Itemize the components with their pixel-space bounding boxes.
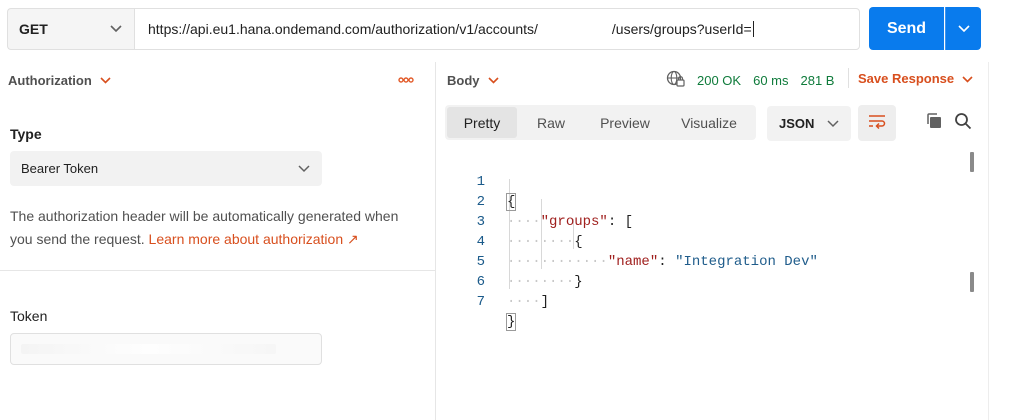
chevron-down-icon [962,71,973,86]
response-code-viewer[interactable]: 1 { 2 ····"groups": [ 3 ········{ 4 ····… [0,152,1024,331]
chevron-down-icon [110,20,122,38]
line-number: 7 [476,294,485,310]
json-key: "name" [607,254,659,270]
json-token: } [505,313,517,331]
body-title: Body [447,72,480,88]
chevron-down-icon [487,71,499,89]
chevron-down-icon [957,20,970,38]
token-redacted [21,344,276,354]
line-number: 4 [476,234,485,250]
code-line: 1 { [0,152,517,211]
tab-preview[interactable]: Preview [585,107,665,138]
json-token: } [574,274,583,290]
authorization-section-header[interactable]: Authorization [8,71,111,89]
code-line: 3 ········{ [0,192,583,250]
code-line: 6 ····] [0,252,549,310]
save-response-button[interactable]: Save Response [858,71,973,86]
more-horizontal-icon[interactable] [398,70,414,86]
send-options-button[interactable] [945,7,981,50]
scrollbar-marker[interactable] [970,152,974,172]
tab-pretty[interactable]: Pretty [447,107,517,138]
json-token: { [505,193,517,211]
chevron-down-icon [827,115,839,133]
json-token: : [658,254,676,270]
url-input[interactable]: https://api.eu1.hana.ondemand.com/author… [134,8,860,50]
json-key: "groups" [540,214,608,230]
json-token: ] [540,294,550,310]
send-button[interactable]: Send [869,7,944,50]
chevron-down-icon [100,71,111,89]
code-line: 2 ····"groups": [ [0,172,633,230]
header-separator [848,68,849,88]
authorization-title: Authorization [8,72,92,88]
line-number: 1 [476,174,485,190]
scrollbar-marker[interactable] [970,272,974,292]
code-line: 4 ············"name": "Integration Dev" [0,212,818,270]
copy-icon[interactable] [925,112,943,135]
url-text-part1: https://api.eu1.hana.ondemand.com/author… [148,21,538,37]
tab-raw[interactable]: Raw [517,107,585,138]
text-cursor [752,21,754,37]
save-response-label: Save Response [858,71,955,86]
response-status-row: 200 OK 60 ms 281 B [666,70,834,91]
format-value: JSON [779,116,815,131]
response-view-tabs: Pretty Raw Preview Visualize [445,105,756,140]
method-value: GET [19,21,48,37]
wrap-lines-icon [868,113,886,134]
json-token: { [574,234,583,250]
line-number: 5 [476,254,485,270]
status-code[interactable]: 200 OK [697,73,741,88]
response-time[interactable]: 60 ms [753,73,788,88]
search-icon[interactable] [954,112,972,135]
type-label: Type [10,126,42,142]
line-number: 2 [476,194,485,210]
json-string-value: "Integration Dev" [675,254,818,270]
line-number: 6 [476,274,485,290]
wrap-lines-button[interactable] [858,105,896,141]
url-text-part2: /users/groups?userId= [611,21,752,37]
response-size[interactable]: 281 B [801,73,835,88]
code-line: 7 } [0,272,517,331]
tab-visualize[interactable]: Visualize [665,107,753,138]
json-token: : [ [607,214,634,230]
token-input[interactable] [10,333,322,365]
body-section-header[interactable]: Body [447,71,499,89]
line-number: 3 [476,214,485,230]
method-select[interactable]: GET [7,8,134,50]
format-select[interactable]: JSON [767,106,851,141]
globe-lock-icon[interactable] [666,70,685,91]
code-line: 5 ········} [0,232,583,290]
